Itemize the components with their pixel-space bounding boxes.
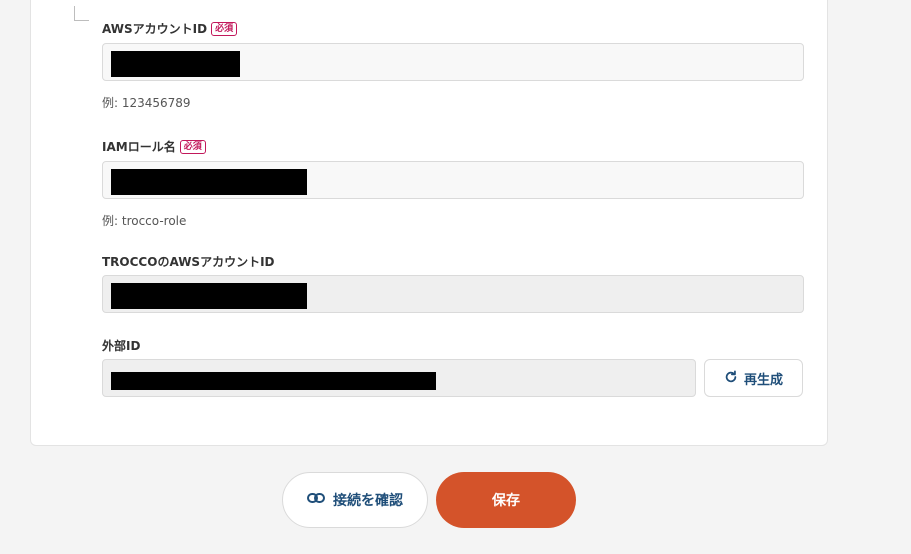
iam-role-name-input[interactable] <box>102 161 804 199</box>
link-icon <box>307 492 325 508</box>
aws-account-id-hint: 例: 123456789 <box>102 96 191 110</box>
iam-role-name-hint: 例: trocco-role <box>102 214 187 228</box>
external-id-field <box>102 359 696 397</box>
trocco-aws-account-id-field <box>102 275 804 313</box>
external-id-label-text: 外部ID <box>102 339 141 353</box>
external-id-label: 外部ID <box>102 337 140 354</box>
save-label: 保存 <box>492 493 520 509</box>
trocco-aws-account-id-label-text: TROCCOのAWSアカウントID <box>102 255 275 269</box>
test-connection-label: 接続を確認 <box>333 493 403 509</box>
aws-account-id-label-text: AWSアカウントID <box>102 22 208 36</box>
redacted-value <box>111 372 436 390</box>
required-badge: 必須 <box>211 21 238 36</box>
iam-role-name-label-text: IAMロール名 <box>102 140 176 154</box>
aws-account-id-label: AWSアカウントID 必須 <box>102 20 238 37</box>
iam-role-name-label: IAMロール名 必須 <box>102 138 206 155</box>
redacted-value <box>111 283 307 309</box>
test-connection-button[interactable]: 接続を確認 <box>282 472 428 528</box>
required-badge: 必須 <box>179 139 206 154</box>
save-button[interactable]: 保存 <box>436 472 576 528</box>
redacted-value <box>111 169 307 195</box>
regenerate-label: 再生成 <box>743 372 783 388</box>
trocco-aws-account-id-label: TROCCOのAWSアカウントID <box>102 253 275 270</box>
redacted-value <box>111 51 240 77</box>
regenerate-button[interactable]: 再生成 <box>704 359 803 397</box>
tree-connector <box>74 6 89 21</box>
aws-account-id-input[interactable] <box>102 43 804 81</box>
refresh-icon <box>724 369 738 387</box>
